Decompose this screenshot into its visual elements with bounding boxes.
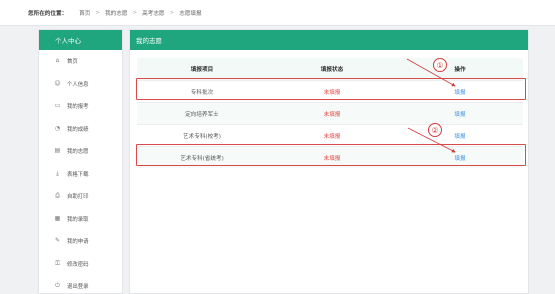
breadcrumb-gaokao-volunteer[interactable]: 高考志愿 <box>142 9 164 17</box>
breadcrumb-separator: > <box>95 9 101 16</box>
table-header-row: 填报项目 填报状态 操作 <box>137 58 523 80</box>
logout-icon: ⏻ <box>55 282 60 290</box>
sidebar-item-label: 退出登录 <box>67 284 89 291</box>
sidebar-item-password[interactable]: ⚿ 修改密码 <box>39 253 122 276</box>
sidebar-item-label: 表格下载 <box>67 171 89 178</box>
project-cell: 定向培养军士 <box>185 111 219 118</box>
breadcrumb-home[interactable]: 首页 <box>79 9 90 17</box>
main-panel: 我的志愿 填报项目 填报状态 操作 专科批次 未填报 填报 定向培养军士 未填报… <box>129 29 529 294</box>
sidebar-item-label: 我的录取 <box>67 216 89 223</box>
sidebar-item-label: 我的申请 <box>67 239 89 246</box>
sidebar-item-downloads[interactable]: ⤓ 表格下载 <box>39 163 122 186</box>
status-cell: 未填报 <box>323 155 341 162</box>
table-row: 艺术专科(校考) 未填报 填报 <box>137 124 523 146</box>
breadcrumb: 您所在的位置： 首页 > 我的志愿 > 高考志愿 > 志愿填报 <box>0 0 555 26</box>
project-cell: 艺术专科(校考) <box>183 133 221 140</box>
sidebar-item-scores[interactable]: ◔ 我的成绩 <box>39 118 122 141</box>
sidebar-item-label: 我的报考 <box>67 104 89 111</box>
id-card-icon: ▭ <box>54 102 61 110</box>
sidebar-item-label: 我的志愿 <box>67 149 89 156</box>
project-cell: 艺术专科(省统考) <box>180 155 224 162</box>
table-row: 专科批次 未填报 填报 <box>137 80 523 102</box>
breadcrumb-separator: > <box>132 9 138 16</box>
annotation-marker-2: ② <box>428 123 442 137</box>
column-header-action: 操作 <box>454 67 466 73</box>
fill-link[interactable]: 填报 <box>454 154 465 162</box>
sidebar-item-label: 修改密码 <box>67 261 89 268</box>
sidebar-item-label: 个人信息 <box>67 81 89 88</box>
edit-icon: ✎ <box>54 237 61 245</box>
sidebar-item-registration[interactable]: ▭ 我的报考 <box>39 95 122 118</box>
breadcrumb-label: 您所在的位置： <box>28 10 68 17</box>
lock-icon: ⚿ <box>55 259 60 267</box>
sidebar-item-admission[interactable]: ▦ 我的录取 <box>39 208 122 231</box>
sidebar-item-home[interactable]: ⌂ 首页 <box>39 50 122 73</box>
fill-link[interactable]: 填报 <box>454 110 465 118</box>
sidebar-item-label: 我的成绩 <box>67 126 89 133</box>
breadcrumb-current: 志愿填报 <box>179 10 202 17</box>
sidebar-item-profile[interactable]: ☺ 个人信息 <box>39 73 122 96</box>
sidebar: 个人中心 ⌂ 首页 ☺ 个人信息 ▭ 我的报考 ◔ 我的成绩 ▤ 我的志愿 ⤓ … <box>38 29 123 294</box>
fill-link[interactable]: 填报 <box>454 88 465 96</box>
home-icon: ⌂ <box>55 57 60 65</box>
breadcrumb-my-volunteer[interactable]: 我的志愿 <box>105 9 127 17</box>
sidebar-title: 个人中心 <box>39 30 122 50</box>
sidebar-item-print[interactable]: ⎙ 自助打印 <box>39 185 122 208</box>
column-header-project: 填报项目 <box>190 67 214 73</box>
volunteer-table: 填报项目 填报状态 操作 专科批次 未填报 填报 定向培养军士 未填报 填报 艺… <box>137 58 523 168</box>
status-cell: 未填报 <box>323 133 341 140</box>
sidebar-item-volunteer[interactable]: ▤ 我的志愿 <box>39 140 122 163</box>
sidebar-item-label: 首页 <box>67 59 78 66</box>
table-row: 定向培养军士 未填报 填报 <box>137 102 523 124</box>
page-title: 我的志愿 <box>130 30 528 50</box>
document-icon: ▤ <box>54 147 61 155</box>
download-icon: ⤓ <box>56 169 59 177</box>
fill-link[interactable]: 填报 <box>454 132 465 140</box>
printer-icon: ⎙ <box>55 192 60 200</box>
sidebar-item-logout[interactable]: ⏻ 退出登录 <box>39 275 122 294</box>
annotation-marker-1: ① <box>433 58 447 72</box>
status-cell: 未填报 <box>323 111 341 118</box>
breadcrumb-separator: > <box>169 9 175 16</box>
chart-icon: ◔ <box>54 124 61 132</box>
project-cell: 专科批次 <box>190 89 214 96</box>
sidebar-item-applications[interactable]: ✎ 我的申请 <box>39 230 122 253</box>
status-cell: 未填报 <box>323 89 341 96</box>
table-row: 艺术专科(省统考) 未填报 填报 <box>137 146 523 168</box>
calendar-icon: ▦ <box>54 214 61 222</box>
user-icon: ☺ <box>54 79 61 87</box>
column-header-status: 填报状态 <box>320 67 344 73</box>
sidebar-item-label: 自助打印 <box>67 194 89 201</box>
